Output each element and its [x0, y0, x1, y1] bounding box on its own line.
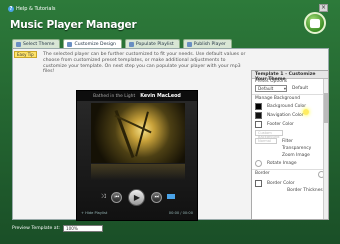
color-swatch[interactable]: [255, 180, 262, 187]
tab-label: Publish Player: [193, 41, 226, 47]
color-label: Navigation Color: [267, 113, 304, 118]
player-preview: Bathed in the Light Kevin MacLeod ⤨ ⏮ ▶ …: [76, 90, 198, 221]
border-color-row[interactable]: Border Color: [252, 179, 328, 188]
filter-label: Filter: [282, 138, 293, 144]
tab-customize-design[interactable]: Customize Design: [63, 39, 122, 48]
artist-name: Kevin MacLeod: [140, 93, 181, 99]
customize-sidebar: Template 1 - Customize Your Theme Preset…: [251, 70, 329, 220]
border-thickness-label: Border Thickness: [287, 188, 325, 193]
publish-icon: [186, 41, 192, 47]
title-bar: Music Player Manager: [10, 12, 328, 34]
transparency-label: Transparency: [282, 146, 312, 151]
top-bar: ? Help & Tutorials ×: [4, 3, 336, 15]
playlist-icon: [128, 41, 134, 47]
close-button[interactable]: ×: [319, 4, 328, 12]
border-label: Border: [255, 171, 270, 176]
help-link[interactable]: ? Help & Tutorials: [4, 6, 55, 12]
border-color-label: Border Color: [267, 181, 295, 186]
design-icon: [67, 41, 73, 47]
manage-background-heading: Manage Background: [252, 94, 328, 102]
volume-icon[interactable]: [167, 194, 175, 199]
rotate-row: Rotate Image: [252, 159, 328, 168]
shuffle-icon[interactable]: ⤨: [101, 193, 106, 201]
tab-label: Populate Playlist: [135, 41, 174, 47]
footer-color-row[interactable]: Footer Color: [252, 120, 328, 129]
logo-icon: [304, 12, 326, 34]
hide-playlist-link[interactable]: + Hide Playlist: [81, 211, 107, 217]
tab-populate-playlist[interactable]: Populate Playlist: [124, 39, 180, 48]
next-icon[interactable]: ⏭: [151, 191, 163, 203]
album-art-reflection: [91, 164, 185, 180]
custom-background-select[interactable]: Custom Background: [255, 130, 283, 139]
preset-default-label: Default: [292, 86, 309, 91]
player-status: + Hide Playlist 00:00 / 00:00: [81, 211, 193, 217]
help-icon: ?: [8, 6, 14, 12]
zoom-select[interactable]: 100%: [62, 225, 103, 232]
tab-label: Customize Design: [74, 41, 116, 47]
background-color-row[interactable]: Background Color: [252, 102, 328, 111]
normal-select[interactable]: Normal: [255, 138, 277, 144]
previous-icon[interactable]: ⏮: [111, 191, 123, 203]
preset-value: Default: [258, 86, 274, 91]
main-panel: Easy Tip The selected player can be furt…: [12, 48, 329, 221]
preset-select[interactable]: Default ▾: [255, 85, 287, 92]
color-label: Background Color: [267, 104, 307, 109]
description-text: The selected player can be further custo…: [43, 52, 246, 75]
color-swatch[interactable]: [255, 103, 262, 110]
sidebar-scrollbar[interactable]: [323, 79, 328, 219]
preset-row: Default ▾ Default: [252, 84, 328, 93]
app-title: Music Player Manager: [10, 18, 137, 31]
tab-label: Select Theme: [23, 41, 55, 47]
preview-label: Preview Template at:: [12, 226, 60, 231]
zoom-row: Zoom Image: [252, 152, 328, 159]
border-heading: Border: [252, 169, 328, 179]
player-controls: ⤨ ⏮ ▶ ⏭ ⟳: [77, 184, 197, 210]
tab-publish-player[interactable]: Publish Player: [182, 39, 232, 48]
color-swatch[interactable]: [255, 112, 262, 119]
chevron-down-icon: ▾: [283, 86, 286, 91]
album-art: [91, 103, 185, 163]
app-window: ? Help & Tutorials × Music Player Manage…: [0, 0, 340, 244]
help-label: Help & Tutorials: [16, 6, 56, 12]
rotate-knob[interactable]: [255, 160, 262, 167]
transparency-row: Transparency: [252, 145, 328, 152]
cursor-highlight: [303, 109, 309, 115]
theme-icon: [16, 41, 21, 47]
time-display: 00:00 / 00:00: [168, 211, 193, 215]
tab-select-theme[interactable]: Select Theme: [12, 39, 61, 48]
color-swatch[interactable]: [255, 121, 262, 128]
scroll-thumb[interactable]: [324, 93, 328, 123]
track-name: Bathed in the Light: [93, 93, 136, 99]
sidebar-title: Template 1 - Customize Your Theme: [252, 71, 328, 82]
tip-tag: Easy Tip: [14, 51, 37, 58]
filter-row: Normal Filter: [252, 137, 328, 145]
step-tabs: Select Theme Customize Design Populate P…: [12, 39, 232, 48]
track-title-bar: Bathed in the Light Kevin MacLeod: [77, 91, 197, 101]
rotate-label: Rotate Image: [267, 161, 297, 166]
footer-bar: Preview Template at: 100%: [12, 225, 103, 232]
navigation-color-row[interactable]: Navigation Color: [252, 111, 328, 120]
play-icon[interactable]: ▶: [128, 188, 146, 206]
color-label: Footer Color: [267, 122, 294, 127]
zoom-label: Zoom Image: [282, 153, 310, 158]
